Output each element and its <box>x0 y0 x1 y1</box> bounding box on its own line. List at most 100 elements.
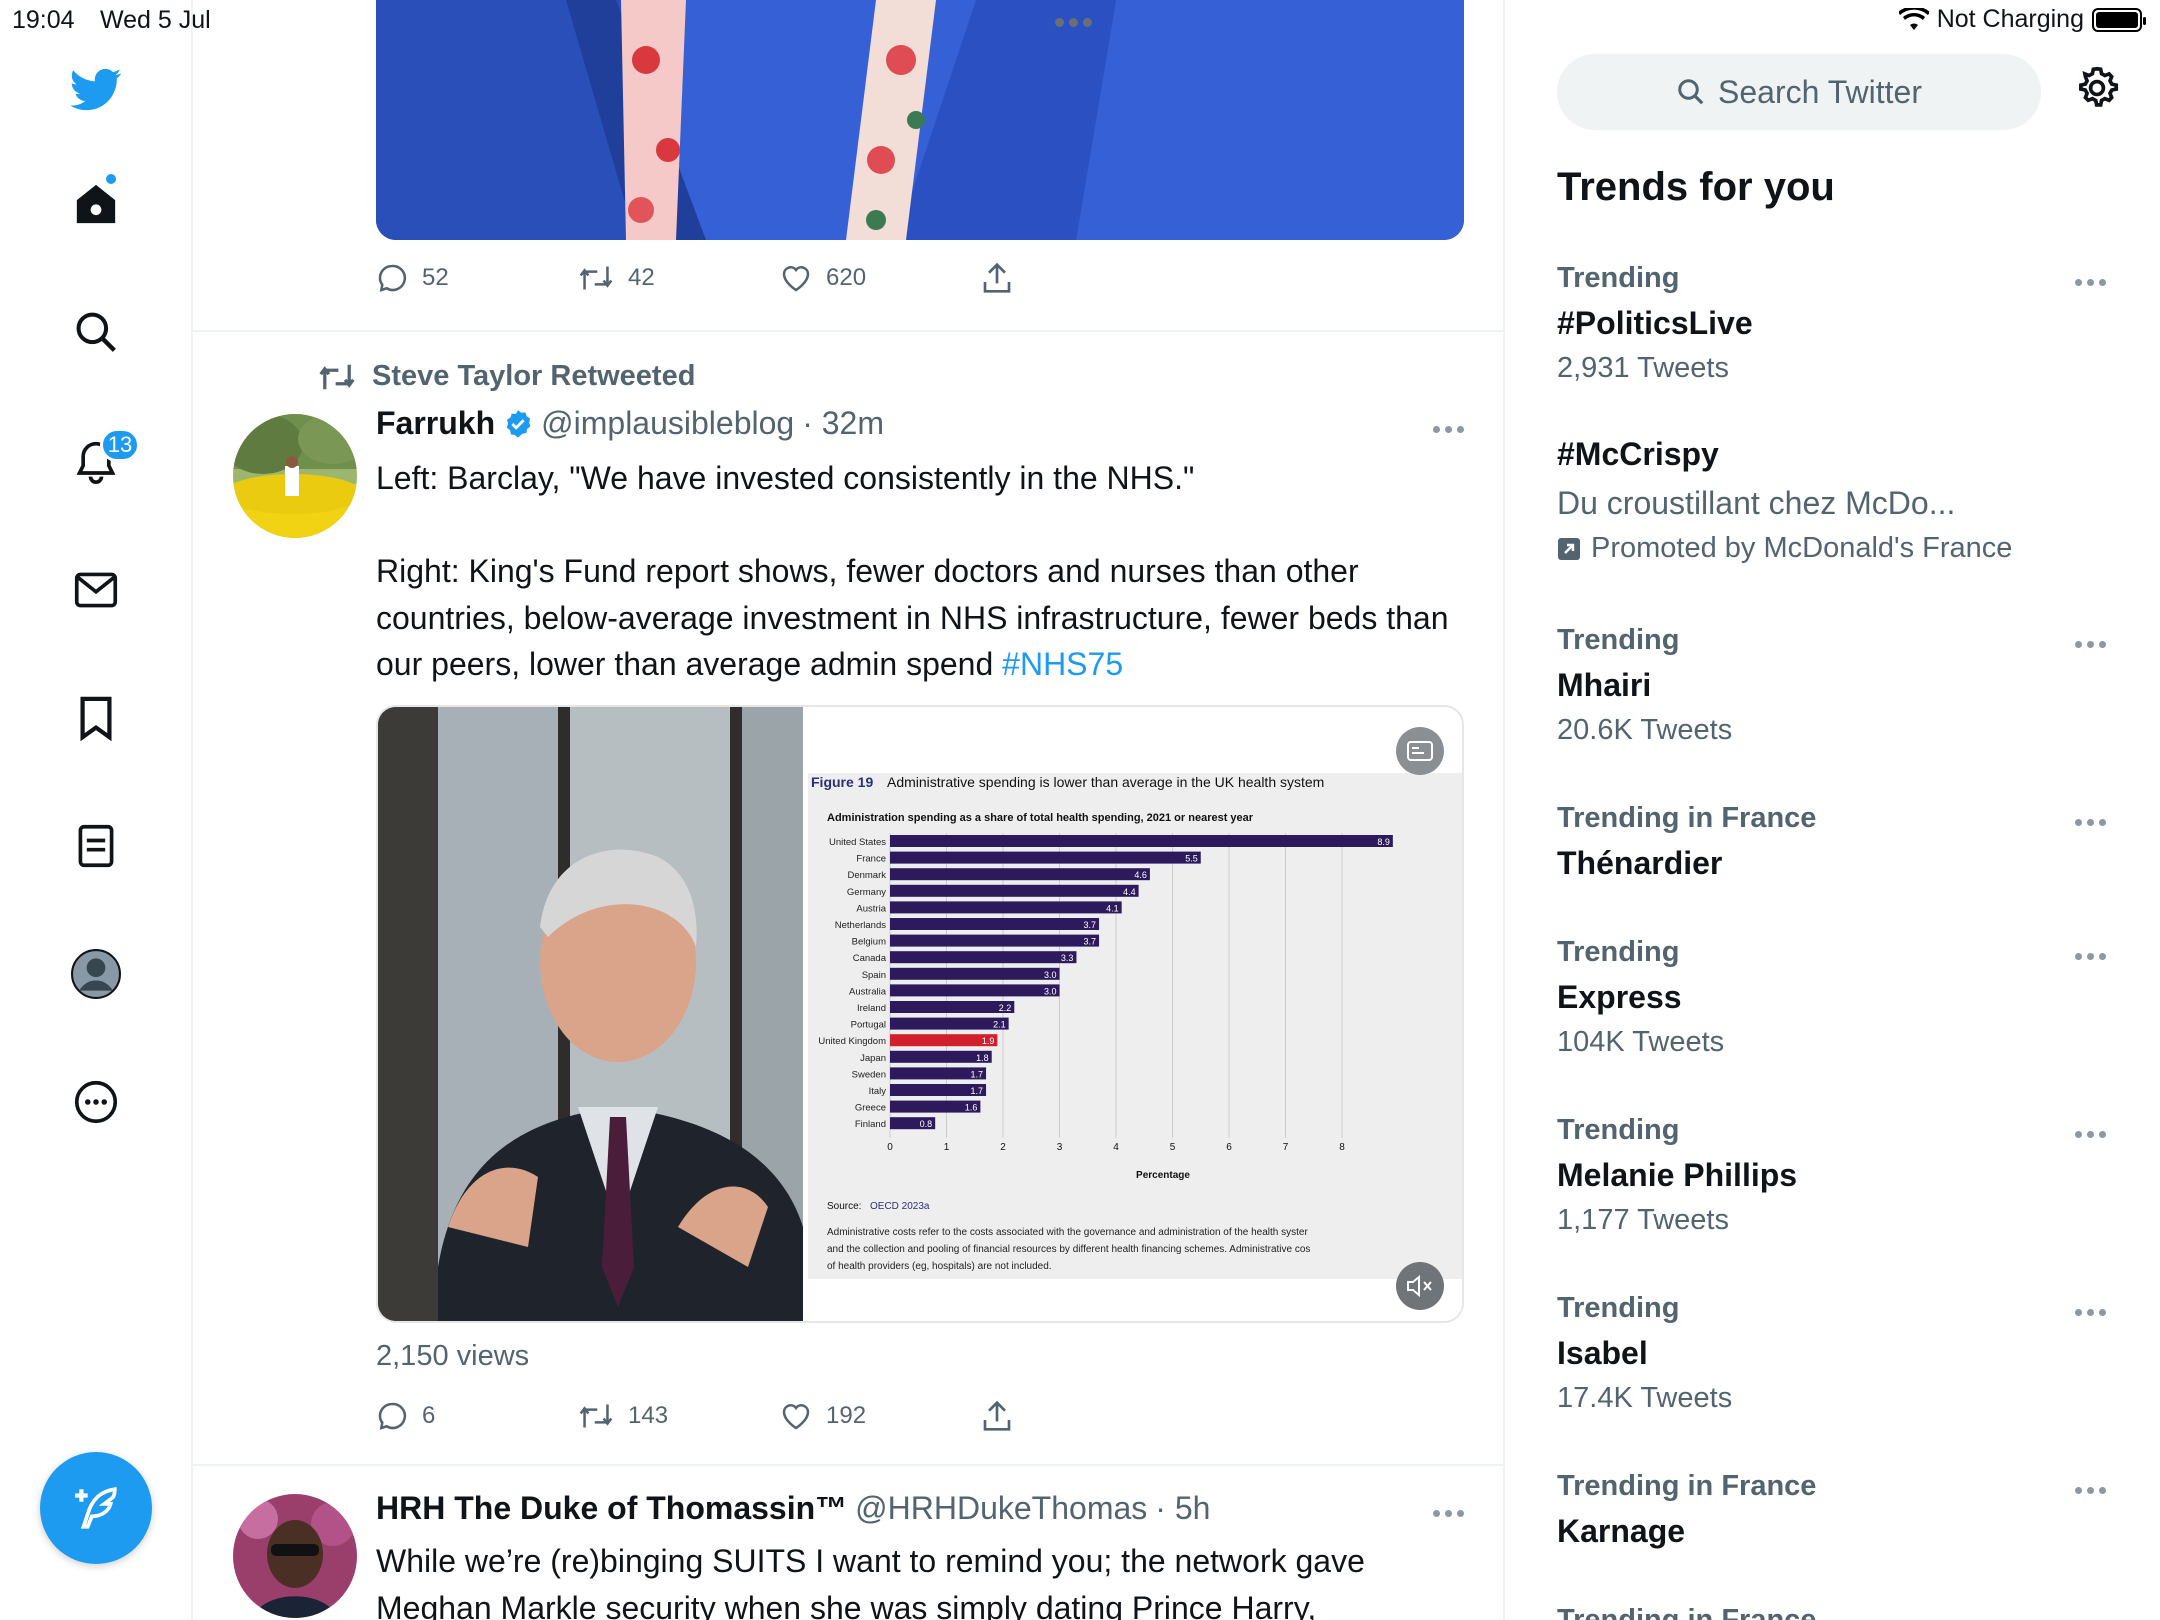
next-tweet-text-line1: While we’re (re)binging SUITS I want to … <box>376 1543 1365 1579</box>
trend-name: Thénardier <box>1557 845 1723 881</box>
trend-more-icon[interactable] <box>2075 1487 2106 1494</box>
reply-button[interactable]: 6 <box>376 1400 578 1432</box>
heart-icon <box>782 266 810 292</box>
bar <box>890 851 1201 864</box>
x-tick-label: 3 <box>1057 1142 1063 1153</box>
category-label: United Kingdom <box>818 1036 886 1047</box>
bar-value-label: 0.8 <box>920 1119 933 1129</box>
author-handle[interactable]: @implausibleblog <box>541 405 794 442</box>
reply-icon <box>378 264 407 292</box>
compose-tweet-button[interactable] <box>40 1452 152 1564</box>
bookmarks-icon[interactable] <box>70 692 122 744</box>
trend-more-icon[interactable] <box>2075 819 2106 826</box>
mute-toggle-button[interactable] <box>1396 1262 1444 1310</box>
x-tick-label: 4 <box>1113 1142 1119 1153</box>
multitasking-handle[interactable] <box>1055 18 1092 27</box>
trend-item[interactable]: Trending Melanie Phillips 1,177 Tweets <box>1557 1114 2117 1237</box>
tweet-divider <box>193 330 1503 332</box>
figure-label: Figure 19 <box>811 774 873 790</box>
trend-more-icon[interactable] <box>2075 641 2106 648</box>
search-icon <box>1678 79 1704 105</box>
trend-item[interactable]: Trending Isabel 17.4K Tweets <box>1557 1292 2117 1415</box>
promoted-trend-item[interactable]: #McCrispy Du croustillant chez McDo... P… <box>1557 436 2117 565</box>
trend-more-icon[interactable] <box>2075 279 2106 286</box>
bar <box>890 918 1100 930</box>
share-button[interactable] <box>982 262 1184 294</box>
search-twitter-input[interactable]: Search Twitter <box>1557 54 2041 130</box>
tweet-timestamp[interactable]: · 32m <box>802 405 884 442</box>
trend-item[interactable]: Trending #PoliticsLive 2,931 Tweets <box>1557 262 2117 385</box>
share-button[interactable] <box>982 1400 1184 1432</box>
bar <box>890 901 1122 914</box>
chart-note-line3: of health providers (eg, hospitals) are … <box>827 1261 1052 1272</box>
trend-more-icon[interactable] <box>2075 1131 2106 1138</box>
trend-count: 104K Tweets <box>1557 1026 1725 1058</box>
tweet-more-options-icon[interactable] <box>1433 426 1464 433</box>
hashtag-link[interactable]: #NHS75 <box>1002 646 1123 682</box>
promoted-icon <box>1558 537 1580 560</box>
explore-search-icon[interactable] <box>70 306 122 358</box>
bar-value-label: 1.7 <box>971 1069 984 1079</box>
tweet-divider <box>193 1464 1503 1466</box>
next-tweet-timestamp[interactable]: · 5h <box>1155 1490 1210 1527</box>
trend-name: #McCrispy <box>1557 436 1719 472</box>
next-author-name[interactable]: HRH The Duke of Thomassin™ <box>376 1490 847 1527</box>
bar-value-label: 1.7 <box>971 1086 984 1096</box>
trend-item[interactable]: Trending in France <box>1557 1604 2117 1620</box>
next-tweet-more-options-icon[interactable] <box>1433 1510 1464 1517</box>
tweet-header: Farrukh @implausibleblog · 32m <box>376 405 884 442</box>
tweet-media[interactable]: Figure 19 Administrative spending is low… <box>376 705 1464 1323</box>
bar-value-label: 3.0 <box>1044 970 1057 980</box>
wifi-icon <box>1898 7 1929 30</box>
x-tick-label: 0 <box>887 1142 893 1153</box>
video-frame-person[interactable] <box>378 707 803 1321</box>
x-tick-label: 2 <box>1000 1142 1006 1153</box>
charging-status: Not Charging <box>1936 5 2084 33</box>
x-tick-label: 1 <box>944 1142 950 1153</box>
bar-value-label: 3.7 <box>1084 920 1097 930</box>
like-button[interactable]: 192 <box>780 1401 982 1431</box>
retweet-context[interactable]: Steve Taylor Retweeted <box>318 360 695 393</box>
trend-count: 1,177 Tweets <box>1557 1204 1729 1236</box>
bar-value-label: 3.7 <box>1084 937 1097 947</box>
more-menu-icon[interactable] <box>70 1076 122 1128</box>
reply-button[interactable]: 52 <box>376 262 578 294</box>
verified-badge-icon <box>506 409 531 438</box>
author-avatar[interactable] <box>233 414 357 538</box>
home-unread-dot <box>104 172 118 186</box>
chart-note-line2: and the collection and pooling of financ… <box>827 1244 1310 1255</box>
reply-icon <box>378 1402 407 1430</box>
category-label: Italy <box>869 1086 887 1097</box>
trend-item[interactable]: Trending in France Karnage <box>1557 1470 2117 1550</box>
trends-title: Trends for you <box>1557 165 1835 209</box>
trend-more-icon[interactable] <box>2075 953 2106 960</box>
trend-name: #PoliticsLive <box>1557 305 1753 341</box>
next-author-avatar[interactable] <box>233 1494 357 1618</box>
battery-icon <box>2092 7 2146 32</box>
like-button[interactable]: 620 <box>780 263 982 293</box>
twitter-logo-icon[interactable] <box>70 64 122 116</box>
trend-name: Express <box>1557 979 1682 1015</box>
trend-more-icon[interactable] <box>2075 1309 2106 1316</box>
like-count: 192 <box>826 1402 867 1429</box>
gear-icon <box>2079 66 2119 107</box>
bar-value-label: 8.9 <box>1377 837 1390 847</box>
trend-item[interactable]: Trending Express 104K Tweets <box>1557 936 2117 1059</box>
chart-note-line1: Administrative costs refer to the costs … <box>827 1227 1308 1238</box>
alt-captions-button[interactable] <box>1396 727 1444 775</box>
trend-context: Trending in France <box>1557 802 1817 834</box>
next-author-handle[interactable]: @HRHDukeThomas <box>855 1490 1147 1527</box>
home-icon[interactable] <box>70 178 122 230</box>
trend-item[interactable]: Trending in France Thénardier <box>1557 802 2117 882</box>
category-label: Spain <box>862 970 886 981</box>
retweet-button[interactable]: 42 <box>578 264 780 292</box>
trend-item[interactable]: Trending Mhairi 20.6K Tweets <box>1557 624 2117 747</box>
author-name[interactable]: Farrukh <box>376 405 495 442</box>
lists-icon[interactable] <box>70 820 122 872</box>
category-label: Greece <box>855 1103 886 1114</box>
messages-envelope-icon[interactable] <box>70 564 122 616</box>
trend-name: Mhairi <box>1557 667 1652 703</box>
settings-button[interactable] <box>2075 66 2119 115</box>
retweet-button[interactable]: 143 <box>578 1402 780 1430</box>
profile-avatar-icon[interactable] <box>70 948 122 1000</box>
